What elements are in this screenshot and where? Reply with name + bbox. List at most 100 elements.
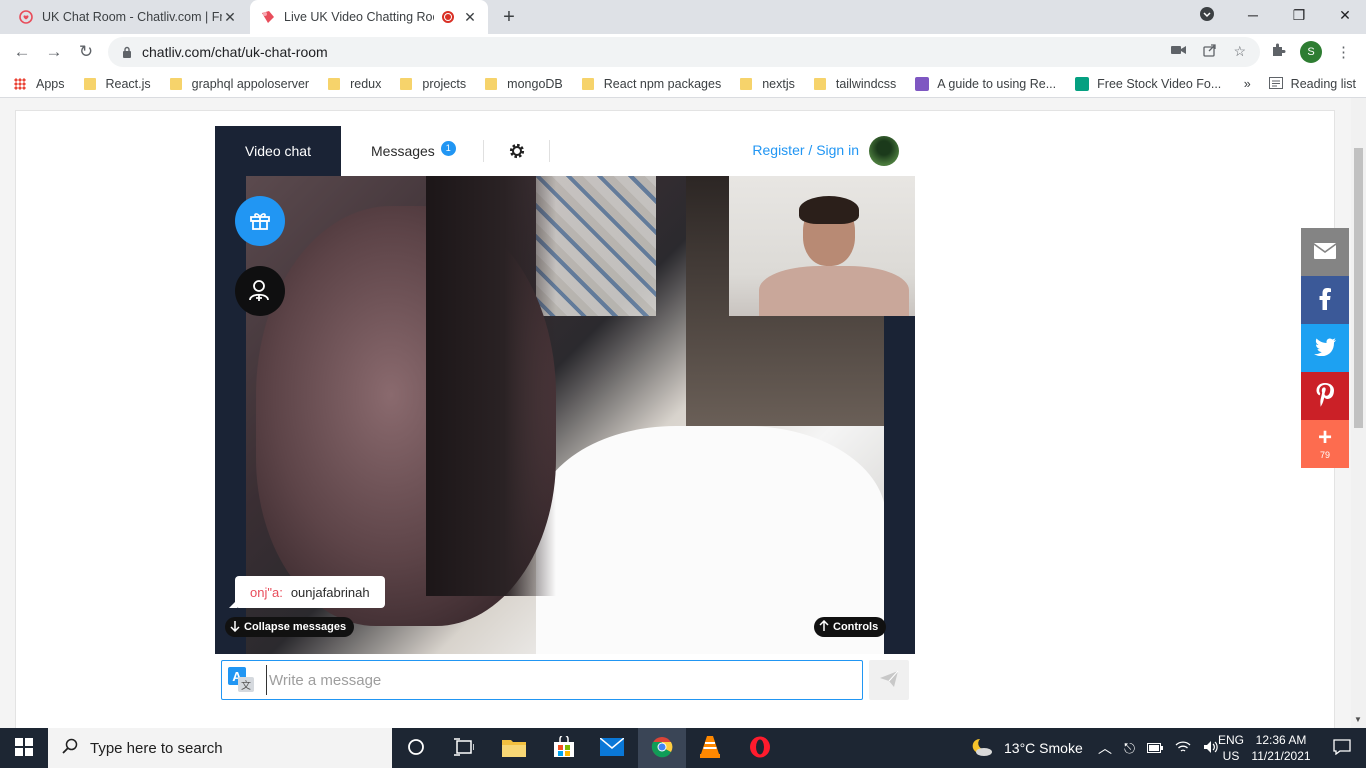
add-friend-button[interactable]	[235, 266, 285, 316]
weather-widget[interactable]: 13°C Smoke	[970, 728, 1083, 768]
bookmark-label: graphql appoloserver	[191, 76, 310, 91]
register-signin-link[interactable]: Register / Sign in	[752, 142, 859, 158]
bookmark-folder[interactable]: React npm packages	[581, 76, 722, 91]
mail-button[interactable]	[588, 728, 636, 768]
chrome-taskbar-button[interactable]	[638, 728, 686, 768]
chatliv-favicon-icon	[18, 9, 34, 25]
start-button[interactable]	[0, 728, 48, 768]
weather-text: 13°C Smoke	[1004, 740, 1083, 756]
reading-list-button[interactable]: Reading list	[1268, 76, 1356, 92]
taskbar-search-box[interactable]: Type here to search	[48, 728, 392, 768]
extensions-icon[interactable]	[1270, 42, 1286, 62]
reload-button[interactable]: ↻	[74, 40, 98, 64]
window-controls: ─ ❐ ✕	[1194, 0, 1366, 30]
windows-taskbar: Type here to search 13°C Smoke ︿ ⎋ ENG U…	[0, 728, 1366, 768]
tab-close-icon[interactable]: ✕	[462, 9, 478, 26]
bookmark-label: mongoDB	[507, 76, 563, 91]
settings-gear-icon[interactable]	[508, 142, 526, 160]
restore-button[interactable]: ❐	[1276, 7, 1322, 24]
folder-icon	[169, 77, 182, 90]
pinterest-icon	[1316, 382, 1334, 410]
input-language-indicator[interactable]: ENG US	[1218, 732, 1244, 764]
collapse-messages-label: Collapse messages	[244, 621, 347, 633]
notifications-button[interactable]	[1318, 728, 1366, 768]
share-email-button[interactable]	[1301, 228, 1349, 276]
address-bar[interactable]: chatliv.com/chat/uk-chat-room ☆	[108, 37, 1260, 67]
tab-messages[interactable]: Messages 1	[371, 126, 456, 176]
share-more-button[interactable]: + 79	[1301, 420, 1349, 468]
bookmark-folder[interactable]: nextjs	[740, 77, 795, 91]
bookmark-folder[interactable]: mongoDB	[485, 77, 563, 91]
tab-search-icon[interactable]	[1194, 6, 1220, 24]
user-avatar[interactable]	[869, 136, 899, 166]
task-view-button[interactable]	[440, 728, 488, 768]
taskbar-clock[interactable]: 12:36 AM 11/21/2021	[1246, 732, 1316, 764]
bookmarks-overflow-button[interactable]: »	[1244, 77, 1251, 91]
svg-text:文: 文	[241, 679, 251, 692]
bookmark-folder[interactable]: redux	[328, 77, 381, 91]
back-button[interactable]: ←	[10, 40, 34, 64]
keyboard-layout: US	[1222, 749, 1240, 763]
cortana-button[interactable]	[392, 728, 440, 768]
close-window-button[interactable]: ✕	[1322, 7, 1366, 24]
bookmark-link[interactable]: Free Stock Video Fo...	[1075, 76, 1222, 91]
folder-icon	[83, 77, 96, 90]
chrome-menu-icon[interactable]: ⋮	[1336, 43, 1351, 61]
share-facebook-button[interactable]	[1301, 276, 1349, 324]
share-page-icon[interactable]	[1203, 43, 1217, 60]
minimize-button[interactable]: ─	[1230, 7, 1276, 23]
show-hidden-icons-chevron-icon[interactable]: ︿	[1098, 738, 1112, 758]
page-scrollbar[interactable]: ▼	[1351, 98, 1366, 728]
camera-in-use-icon[interactable]	[1171, 43, 1187, 60]
browser-tab-inactive[interactable]: UK Chat Room - Chatliv.com | Fre ✕	[8, 0, 248, 34]
scrollbar-thumb[interactable]	[1354, 148, 1363, 428]
profile-avatar[interactable]: S	[1300, 41, 1322, 63]
send-button[interactable]	[869, 660, 909, 700]
tab-video-chat-label: Video chat	[245, 143, 311, 159]
chatliv-favicon-icon	[260, 9, 276, 25]
bookmark-label: Free Stock Video Fo...	[1097, 76, 1222, 91]
bookmark-folder[interactable]: tailwindcss	[813, 77, 896, 91]
message-input[interactable]	[266, 665, 846, 695]
opera-button[interactable]	[736, 728, 784, 768]
tab-close-icon[interactable]: ✕	[222, 9, 238, 26]
forward-button[interactable]: →	[42, 40, 66, 64]
wifi-icon[interactable]	[1175, 740, 1191, 756]
clock-time: 12:36 AM	[1255, 733, 1307, 747]
collapse-messages-button[interactable]: Collapse messages	[225, 617, 355, 637]
bookmark-folder[interactable]: projects	[400, 77, 466, 91]
cortana-circle-icon	[407, 738, 425, 759]
bookmark-apps[interactable]: Apps	[14, 77, 65, 91]
language-code: ENG	[1218, 733, 1245, 747]
browser-tab-active[interactable]: Live UK Video Chatting Roon ✕	[250, 0, 488, 34]
bookmark-link[interactable]: A guide to using Re...	[915, 76, 1056, 91]
folder-icon	[813, 77, 826, 90]
store-button[interactable]	[540, 728, 588, 768]
scroll-down-arrow-icon[interactable]: ▼	[1354, 715, 1362, 724]
share-pinterest-button[interactable]	[1301, 372, 1349, 420]
translate-icon[interactable]: A文	[228, 667, 254, 693]
bookmark-label: React npm packages	[603, 76, 722, 91]
share-twitter-button[interactable]	[1301, 324, 1349, 372]
email-icon	[1313, 242, 1337, 262]
header-divider	[549, 140, 550, 162]
bookmark-folder[interactable]: graphql appoloserver	[169, 76, 310, 91]
gift-button[interactable]	[235, 196, 285, 246]
taskbar-search-placeholder: Type here to search	[90, 739, 223, 757]
bookmark-folder[interactable]: React.js	[83, 77, 151, 91]
bookmark-label: Apps	[36, 76, 65, 91]
file-explorer-button[interactable]	[490, 728, 538, 768]
share-count: 79	[1319, 450, 1330, 460]
tray-device-icon[interactable]: ⎋	[1124, 740, 1135, 757]
tab-video-chat[interactable]: Video chat	[215, 126, 341, 176]
vlc-button[interactable]	[686, 728, 734, 768]
controls-button[interactable]: Controls	[814, 617, 887, 637]
task-view-icon	[454, 737, 475, 759]
battery-icon[interactable]	[1147, 740, 1164, 756]
new-tab-button[interactable]: +	[498, 6, 520, 28]
browser-toolbar: ← → ↻ chatliv.com/chat/uk-chat-room ☆ S …	[0, 34, 1366, 70]
windows-logo-icon	[15, 737, 33, 759]
bookmark-star-icon[interactable]: ☆	[1233, 43, 1246, 60]
volume-icon[interactable]	[1203, 740, 1219, 757]
folder-icon	[485, 77, 498, 90]
